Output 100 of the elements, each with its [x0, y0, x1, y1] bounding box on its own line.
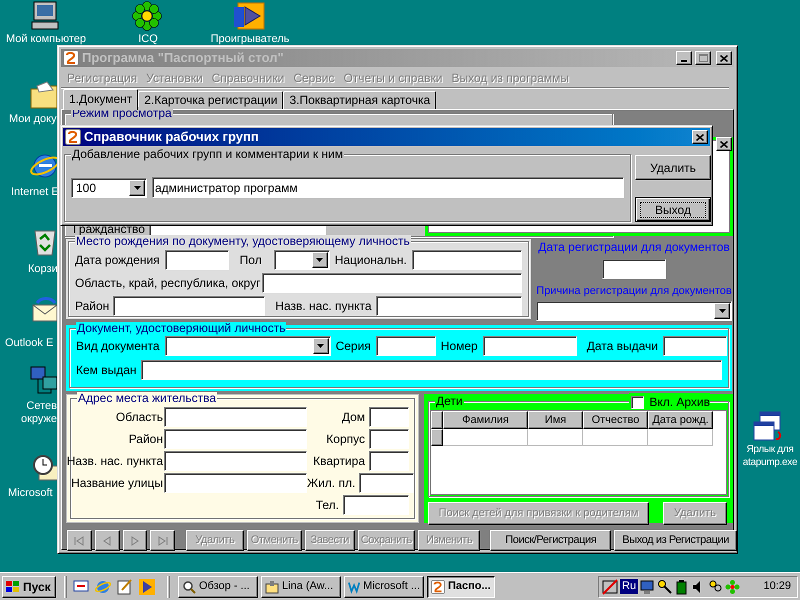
language-indicator[interactable]: Ru [620, 579, 638, 594]
column-header[interactable]: Имя [528, 411, 583, 429]
dropdown[interactable] [274, 250, 330, 270]
dropdown-button[interactable] [714, 303, 730, 319]
column-header[interactable]: Фамилия [443, 411, 528, 429]
input-field[interactable] [369, 407, 409, 427]
taskbar-button[interactable]: Microsoft ... [344, 576, 424, 598]
tab[interactable]: 2.Карточка регистрации [138, 91, 284, 109]
dropdown-button[interactable] [129, 180, 145, 196]
dropdown-button[interactable] [312, 252, 328, 268]
flower-icon [131, 0, 163, 32]
input-field[interactable] [140, 360, 722, 380]
close-button[interactable] [716, 137, 732, 151]
notepad-icon[interactable] [116, 578, 134, 596]
computer-icon [29, 0, 61, 32]
field-label: Район [128, 431, 163, 448]
input-field[interactable] [602, 259, 666, 279]
app-icon [65, 129, 81, 145]
field-label: Область, край, республика, округ [75, 275, 260, 292]
input-field[interactable] [663, 336, 727, 356]
checkbox[interactable] [631, 396, 644, 408]
checkbox-label: Вкл. Архив [649, 394, 710, 411]
field-label: Тел. [316, 497, 339, 514]
taskbar-button[interactable]: Обзор - ... [178, 576, 258, 598]
battery-icon[interactable] [674, 578, 690, 594]
table-cell [528, 429, 583, 446]
minimize-button[interactable] [676, 51, 692, 65]
desktop-icon-label[interactable]: Microsoft [8, 487, 57, 500]
input-field[interactable]: администратор программ [152, 177, 624, 198]
input-field[interactable] [262, 273, 522, 293]
field-label: Дом [342, 409, 365, 426]
field-label: Кем выдан [76, 362, 137, 378]
maximize-icon [698, 54, 708, 62]
caret-icon [134, 186, 140, 190]
toolbar-button[interactable]: Выход из Регистрации [614, 530, 738, 551]
desktop-icon-label[interactable]: Корзи [28, 263, 57, 276]
column-header[interactable]: Отчество [583, 411, 648, 429]
tab[interactable]: 3.Поквартирная карточка [283, 91, 436, 109]
monitor-icon[interactable] [640, 578, 656, 594]
dialog-button[interactable]: Удалить [635, 155, 711, 180]
group-title: Дети [435, 395, 464, 408]
desktop-icon-label[interactable]: Проигрыватель [206, 33, 294, 46]
magnifier-icon [182, 580, 196, 594]
toolbar-button[interactable]: Поиск/Регистрация [490, 530, 612, 551]
input-field[interactable] [113, 296, 266, 316]
app-icon [63, 50, 79, 66]
group-title: Адрес места жительства [77, 392, 218, 405]
desktop-icon-label[interactable]: Ярлык для atapump.exe [740, 443, 800, 469]
last-icon [156, 536, 170, 546]
dropdown[interactable] [536, 301, 732, 321]
window-title: Справочник рабочих групп [84, 128, 260, 146]
input-field[interactable] [164, 407, 307, 427]
field-label: Назв. нас. пункта [275, 298, 372, 315]
start-button[interactable]: Пуск [2, 576, 56, 598]
desktop-icon-label[interactable]: Мои доку [9, 113, 57, 126]
player-icon[interactable] [138, 578, 156, 596]
close-button[interactable] [692, 130, 708, 144]
field-label: Дата регистрации для документов [538, 239, 730, 255]
caret-icon [718, 309, 726, 313]
close-button[interactable] [716, 51, 732, 65]
taskbar-button[interactable]: Паспо... [427, 576, 495, 598]
field-label: Область [116, 409, 163, 426]
desktop-icon-label[interactable]: ICQ [130, 33, 166, 46]
input-field[interactable] [376, 296, 522, 316]
close-icon [720, 54, 728, 62]
dropdown[interactable]: 100 [71, 178, 147, 198]
field-label: Причина регистрации для документов [536, 283, 732, 299]
field-label: Назв. нас. пункта [66, 453, 163, 470]
close-icon [720, 140, 728, 148]
desktop-icon-label[interactable]: Мой компьютер [4, 33, 88, 46]
dialog-button[interactable]: Выход [635, 197, 711, 222]
maximize-button[interactable] [695, 51, 711, 65]
network-icon[interactable] [602, 578, 618, 594]
input-field[interactable] [412, 250, 522, 270]
table-cell [648, 429, 713, 446]
input-field[interactable] [164, 451, 307, 471]
windows-logo-icon [5, 580, 21, 594]
input-field[interactable] [359, 473, 414, 493]
clock[interactable]: 10:29 [763, 578, 794, 595]
group-title: Место рождения по документу, удостоверяющему личность [75, 235, 411, 248]
input-field[interactable] [343, 495, 409, 515]
tab[interactable]: 1.Документ [63, 89, 138, 110]
input-field[interactable] [369, 429, 409, 449]
column-header[interactable]: Дата рожд. [648, 411, 713, 429]
dropdown-button[interactable] [312, 338, 329, 354]
desktop-icon-label[interactable]: Outlook E [5, 337, 57, 350]
input-field[interactable] [376, 336, 436, 356]
taskbar-button[interactable]: Lina (Aw... [261, 576, 341, 598]
badge-icon [265, 580, 279, 594]
group-title: Добавление рабочих групп и комментарии к ним [71, 148, 344, 161]
input-field[interactable] [164, 473, 307, 493]
field-label: Район [75, 298, 110, 315]
desktop-icon-label[interactable]: Сетев окруже [20, 400, 57, 426]
input-field[interactable] [164, 250, 229, 270]
input-field[interactable] [369, 451, 409, 471]
caret-icon [317, 344, 324, 348]
input-field[interactable] [482, 336, 577, 356]
letter-w-icon [348, 580, 360, 594]
input-field[interactable] [164, 429, 307, 449]
dropdown[interactable] [164, 336, 331, 356]
